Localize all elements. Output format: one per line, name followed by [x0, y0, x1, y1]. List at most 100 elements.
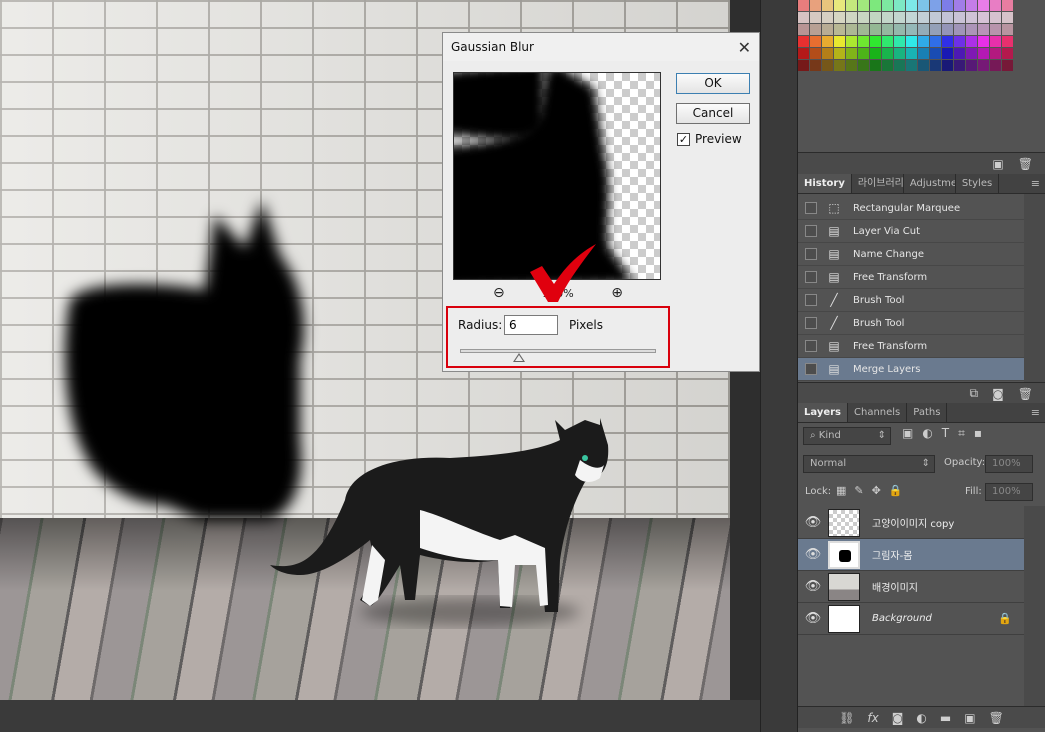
color-swatch[interactable] [822, 12, 833, 23]
history-snapshot-checkbox[interactable] [805, 248, 817, 260]
ok-button[interactable]: OK [676, 73, 750, 94]
color-swatch[interactable] [846, 0, 857, 11]
color-swatch[interactable] [870, 0, 881, 11]
radius-slider-thumb[interactable] [512, 353, 525, 362]
color-swatch[interactable] [906, 0, 917, 11]
panel-menu-icon[interactable]: ≡ [1026, 403, 1045, 422]
link-icon[interactable]: ⛓ [839, 711, 854, 725]
color-swatch[interactable] [846, 48, 857, 59]
color-swatch[interactable] [822, 36, 833, 47]
mask-icon[interactable]: ◙ [892, 711, 904, 725]
cancel-button[interactable]: Cancel [676, 103, 750, 124]
history-scrollbar[interactable] [1024, 194, 1045, 384]
color-swatch[interactable] [942, 36, 953, 47]
history-item[interactable]: ▤ Free Transform [798, 335, 1024, 358]
color-swatch[interactable] [990, 24, 1001, 35]
color-swatch[interactable] [1002, 36, 1013, 47]
layer-row[interactable]: 👁 배경이미지 [798, 571, 1024, 603]
color-swatch[interactable] [954, 36, 965, 47]
close-icon[interactable]: ✕ [738, 38, 751, 57]
color-swatch[interactable] [894, 12, 905, 23]
color-swatch[interactable] [798, 36, 809, 47]
panel-menu-icon[interactable]: ≡ [1026, 174, 1045, 193]
color-swatch[interactable] [930, 0, 941, 11]
color-swatch[interactable] [834, 24, 845, 35]
preview-checkbox[interactable]: ✓ [677, 132, 690, 146]
fill-input[interactable]: 100% [985, 483, 1033, 501]
color-swatch[interactable] [810, 60, 821, 71]
history-snapshot-checkbox[interactable] [805, 202, 817, 214]
color-swatch[interactable] [882, 24, 893, 35]
color-swatch[interactable] [942, 0, 953, 11]
tab-styles[interactable]: Styles [956, 174, 1000, 193]
color-swatch[interactable] [870, 36, 881, 47]
history-snapshot-checkbox[interactable] [805, 271, 817, 283]
color-swatch[interactable] [798, 0, 809, 11]
color-swatch[interactable] [894, 0, 905, 11]
color-swatch[interactable] [846, 60, 857, 71]
color-swatch[interactable] [942, 12, 953, 23]
color-swatch[interactable] [990, 12, 1001, 23]
color-swatch[interactable] [858, 0, 869, 11]
lock-icons[interactable]: ▦✎✥🔒 [836, 484, 911, 497]
color-swatch[interactable] [798, 12, 809, 23]
color-swatch[interactable] [930, 36, 941, 47]
color-swatch[interactable] [942, 60, 953, 71]
history-item[interactable]: ▤ Layer Via Cut [798, 220, 1024, 243]
zoom-in-icon[interactable]: ⊕ [611, 285, 623, 301]
color-swatch[interactable] [822, 48, 833, 59]
color-swatch[interactable] [978, 36, 989, 47]
blur-preview[interactable] [453, 72, 661, 280]
color-swatch[interactable] [978, 12, 989, 23]
color-swatch[interactable] [906, 24, 917, 35]
color-swatch[interactable] [870, 48, 881, 59]
history-item-selected[interactable]: ▤ Merge Layers [798, 358, 1024, 381]
blend-mode-select[interactable]: Normal ⇕ [803, 455, 935, 473]
layer-row-selected[interactable]: 👁 그림자-몸 [798, 539, 1024, 571]
color-swatch[interactable] [834, 60, 845, 71]
trash-icon[interactable]: 🗑 [989, 711, 1004, 725]
layer-filter-icons[interactable]: ▣◐T⌗▪ [902, 426, 991, 441]
color-swatch[interactable] [918, 36, 929, 47]
color-swatch[interactable] [822, 0, 833, 11]
tab-layers[interactable]: Layers [798, 403, 848, 422]
eye-icon[interactable]: 👁 [798, 547, 828, 562]
color-swatch[interactable] [834, 48, 845, 59]
color-swatch[interactable] [1002, 60, 1013, 71]
new-swatch-icon[interactable]: ▣ [992, 157, 1003, 171]
color-swatch[interactable] [858, 48, 869, 59]
color-swatch[interactable] [978, 0, 989, 11]
tab-channels[interactable]: Channels [848, 403, 908, 422]
color-swatch[interactable] [966, 12, 977, 23]
history-snapshot-checkbox[interactable] [805, 225, 817, 237]
color-swatch[interactable] [870, 24, 881, 35]
color-swatch[interactable] [858, 24, 869, 35]
tab-paths[interactable]: Paths [907, 403, 948, 422]
history-snapshot-checkbox[interactable] [805, 317, 817, 329]
new-layer-icon[interactable]: ▣ [964, 711, 975, 725]
color-swatch[interactable] [990, 48, 1001, 59]
eye-icon[interactable]: 👁 [798, 579, 828, 594]
color-swatch[interactable] [966, 24, 977, 35]
history-snapshot-checkbox[interactable] [805, 363, 817, 375]
trash-icon[interactable]: 🗑 [1018, 387, 1033, 401]
layers-scrollbar[interactable] [1024, 506, 1045, 706]
color-swatch[interactable] [954, 12, 965, 23]
color-swatch[interactable] [930, 24, 941, 35]
color-swatch[interactable] [870, 60, 881, 71]
tab-adjustments[interactable]: Adjustme [904, 174, 956, 193]
color-swatch[interactable] [1002, 24, 1013, 35]
fx-icon[interactable]: fx [867, 711, 878, 725]
color-swatch[interactable] [858, 36, 869, 47]
color-swatch[interactable] [930, 60, 941, 71]
color-swatch[interactable] [810, 48, 821, 59]
color-swatch[interactable] [882, 36, 893, 47]
color-swatch[interactable] [906, 60, 917, 71]
color-swatch[interactable] [966, 36, 977, 47]
color-swatch[interactable] [822, 24, 833, 35]
color-swatch[interactable] [990, 36, 1001, 47]
color-swatch[interactable] [894, 48, 905, 59]
color-swatch[interactable] [882, 12, 893, 23]
color-swatch[interactable] [834, 12, 845, 23]
color-swatch[interactable] [882, 48, 893, 59]
